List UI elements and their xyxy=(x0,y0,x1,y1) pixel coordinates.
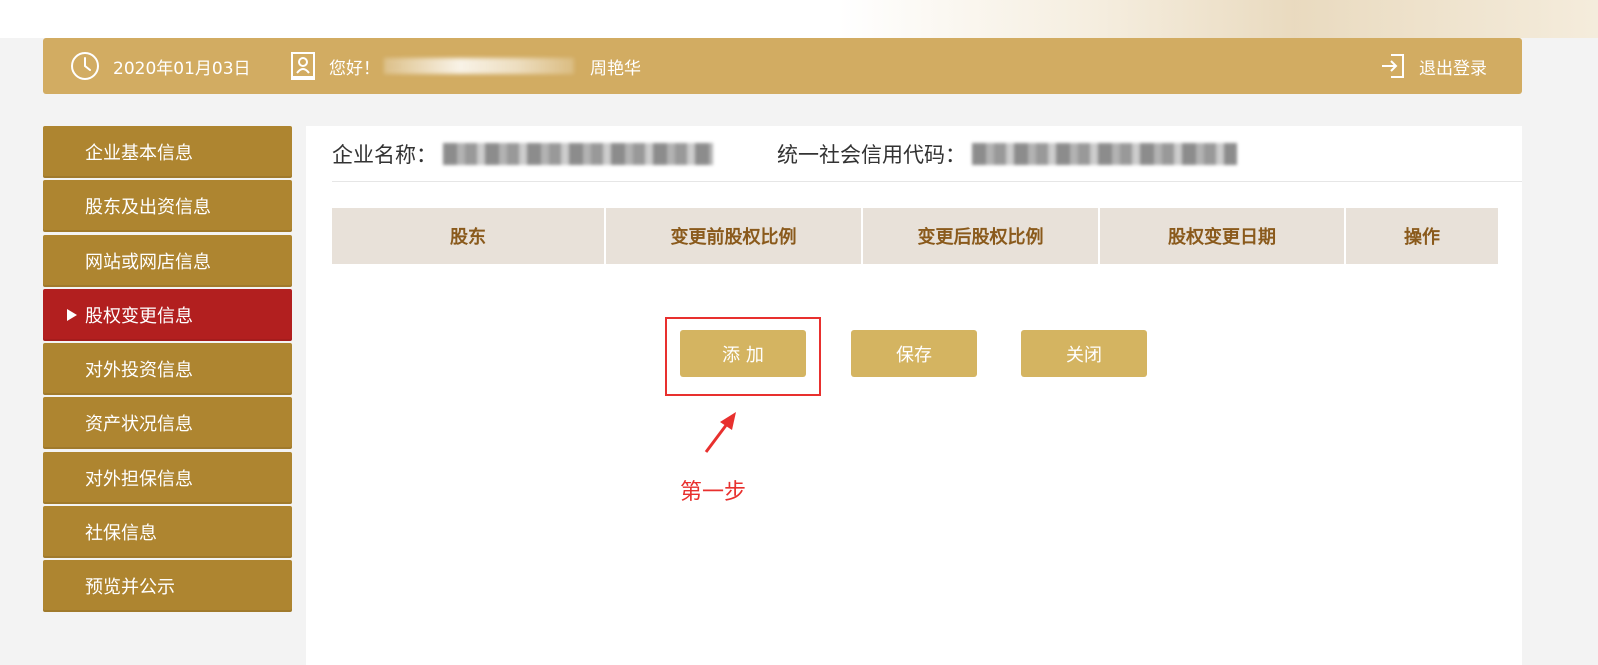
sidebar-nav: 企业基本信息 股东及出资信息 网站或网店信息 股权变更信息 对外投资信息 资产状… xyxy=(43,126,292,615)
sidebar-item-label: 网站或网店信息 xyxy=(85,251,211,273)
sidebar-item-assets[interactable]: 资产状况信息 xyxy=(43,397,292,450)
greeting-text: 您好！ xyxy=(329,58,380,79)
redacted-company-name xyxy=(384,58,574,74)
user-greeting: 您好！ 周艳华 xyxy=(289,38,641,94)
sidebar-item-website[interactable]: 网站或网店信息 xyxy=(43,234,292,287)
sidebar-item-label: 对外担保信息 xyxy=(85,468,193,490)
sidebar-item-label: 社保信息 xyxy=(85,523,157,545)
sidebar-item-basic-info[interactable]: 企业基本信息 xyxy=(43,126,292,178)
column-header-shareholder: 股东 xyxy=(332,208,606,264)
sidebar-item-investment[interactable]: 对外投资信息 xyxy=(43,343,292,396)
redacted-company-name xyxy=(443,142,713,165)
top-banner xyxy=(0,0,1598,38)
clock-icon xyxy=(69,50,101,82)
sidebar-item-shareholders[interactable]: 股东及出资信息 xyxy=(43,180,292,233)
sidebar-item-label: 股权变更信息 xyxy=(85,305,193,327)
main-panel: 企业名称： 统一社会信用代码： 股东 变更前股权比例 变更后股权比例 股权变更日… xyxy=(306,126,1522,665)
sidebar-item-preview-publish[interactable]: 预览并公示 xyxy=(43,560,292,613)
logout-label: 退出登录 xyxy=(1419,58,1487,79)
redacted-credit-code xyxy=(972,142,1237,165)
sidebar-item-social-security[interactable]: 社保信息 xyxy=(43,506,292,559)
sidebar-item-label: 资产状况信息 xyxy=(85,414,193,436)
active-arrow-icon xyxy=(67,308,77,321)
sidebar-item-label: 预览并公示 xyxy=(85,577,175,599)
current-date: 2020年01月03日 xyxy=(113,58,251,79)
close-button[interactable]: 关闭 xyxy=(1021,330,1147,377)
column-header-before-ratio: 变更前股权比例 xyxy=(606,208,863,264)
banner-decoration xyxy=(838,0,1598,38)
column-header-change-date: 股权变更日期 xyxy=(1100,208,1346,264)
add-button[interactable]: 添 加 xyxy=(680,330,806,377)
sidebar-item-equity-change[interactable]: 股权变更信息 xyxy=(43,288,292,341)
sidebar-item-label: 企业基本信息 xyxy=(85,143,193,164)
logout-button[interactable]: 退出登录 xyxy=(1379,38,1487,94)
company-name-label: 企业名称： xyxy=(332,142,437,167)
header-bar: 2020年01月03日 您好！ 周艳华 退出登录 xyxy=(43,38,1522,94)
step-annotation-label: 第一步 xyxy=(680,480,747,505)
annotation-arrow-icon xyxy=(704,412,736,453)
save-button[interactable]: 保存 xyxy=(851,330,977,377)
equity-change-table-header: 股东 变更前股权比例 变更后股权比例 股权变更日期 操作 xyxy=(332,208,1498,264)
credit-code-label: 统一社会信用代码： xyxy=(777,142,966,167)
company-info-line: 企业名称： 统一社会信用代码： xyxy=(332,126,1522,182)
logout-icon xyxy=(1379,52,1407,80)
column-header-actions: 操作 xyxy=(1404,227,1440,248)
column-header-after-ratio: 变更后股权比例 xyxy=(863,208,1100,264)
sidebar-item-guarantee[interactable]: 对外担保信息 xyxy=(43,451,292,504)
user-name: 周艳华 xyxy=(590,58,641,79)
sidebar-item-label: 对外投资信息 xyxy=(85,360,193,382)
date-display: 2020年01月03日 xyxy=(69,38,251,94)
user-card-icon xyxy=(289,51,317,81)
sidebar-item-label: 股东及出资信息 xyxy=(85,197,211,219)
